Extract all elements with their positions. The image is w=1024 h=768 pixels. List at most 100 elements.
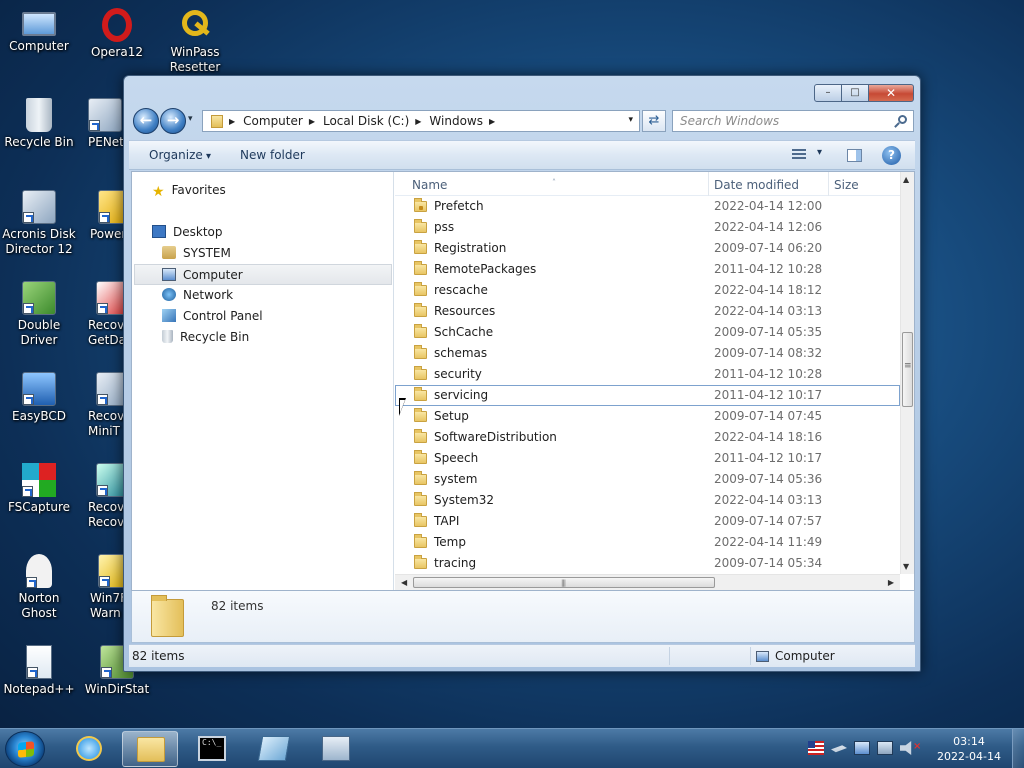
breadcrumb-separator[interactable]: ▶ xyxy=(229,117,235,126)
file-row[interactable]: security 2011-04-12 10:28 xyxy=(395,364,900,385)
file-name: pss xyxy=(434,220,455,234)
file-row[interactable]: Prefetch 2022-04-14 12:00 xyxy=(395,196,900,217)
file-row[interactable]: System32 2022-04-14 03:13 xyxy=(395,490,900,511)
desktop-icon-recov-minit[interactable]: Recov MiniT xyxy=(78,372,124,439)
recovery-icon xyxy=(96,372,124,406)
recent-pages-dropdown[interactable]: ▾ xyxy=(188,114,193,124)
nav-item-control-panel[interactable]: Control Panel xyxy=(162,306,263,327)
action-center-icon[interactable] xyxy=(877,741,893,755)
file-row[interactable]: Resources 2022-04-14 03:13 xyxy=(395,301,900,322)
network-icon xyxy=(88,98,122,132)
horizontal-scrollbar[interactable]: ◀ ||| ▶ xyxy=(395,574,900,590)
file-row-focused[interactable]: servicing 2011-04-12 10:17 xyxy=(395,385,900,406)
column-divider[interactable] xyxy=(828,172,829,196)
change-view-icon[interactable] xyxy=(792,149,806,161)
address-dropdown-button[interactable]: ▾ xyxy=(628,115,633,125)
desktop-icon-recov-recove[interactable]: Recov Recove xyxy=(78,463,124,530)
minimize-button[interactable]: – xyxy=(814,84,842,102)
network-tray-icon[interactable] xyxy=(854,741,870,755)
taskbar-internet-explorer[interactable] xyxy=(62,731,118,767)
taskbar-windows-explorer[interactable] xyxy=(122,731,178,767)
file-row[interactable]: Registration 2009-07-14 06:20 xyxy=(395,238,900,259)
back-button[interactable]: ← xyxy=(133,108,159,134)
taskbar-calculator[interactable] xyxy=(308,731,364,767)
start-button[interactable] xyxy=(5,731,45,767)
file-row[interactable]: SchCache 2009-07-14 05:35 xyxy=(395,322,900,343)
search-icon[interactable] xyxy=(898,115,907,124)
search-input[interactable]: Search Windows xyxy=(672,110,914,132)
preview-pane-icon[interactable] xyxy=(847,149,862,162)
nav-item-computer[interactable]: Computer xyxy=(134,264,392,285)
desktop-icon-easybcd[interactable]: EasyBCD xyxy=(0,372,78,424)
desktop-icon-notepadpp[interactable]: Notepad++ xyxy=(0,645,78,697)
file-row[interactable]: RemotePackages 2011-04-12 10:28 xyxy=(395,259,900,280)
scroll-right-button[interactable]: ▶ xyxy=(888,578,894,587)
desktop-icon-winpass[interactable]: WinPass Resetter xyxy=(156,8,234,75)
desktop-icon-opera[interactable]: Opera12 xyxy=(78,8,156,60)
organize-menu-button[interactable]: Organize xyxy=(149,148,211,162)
breadcrumb-local-disk[interactable]: Local Disk (C:) xyxy=(323,114,409,128)
clock[interactable]: 03:14 2022-04-14 xyxy=(934,734,1004,764)
file-date: 2022-04-14 03:13 xyxy=(714,493,823,507)
desktop-icon-penetw[interactable]: PENetw xyxy=(78,98,124,150)
scroll-up-button[interactable]: ▲ xyxy=(903,175,909,184)
file-row[interactable]: SoftwareDistribution 2022-04-14 18:16 xyxy=(395,427,900,448)
file-row[interactable]: pss 2022-04-14 12:06 xyxy=(395,217,900,238)
view-options-dropdown[interactable]: ▾ xyxy=(817,147,822,158)
tray-arrow-icon[interactable] xyxy=(831,745,847,753)
desktop-icon-double-driver[interactable]: Double Driver xyxy=(0,281,78,348)
breadcrumb-separator[interactable]: ▶ xyxy=(415,117,421,126)
language-flag-icon[interactable] xyxy=(808,741,824,755)
desktop-icon-fscapture[interactable]: FSCapture xyxy=(0,463,78,515)
desktop-icon-recycle-bin[interactable]: Recycle Bin xyxy=(0,98,78,150)
file-row[interactable]: schemas 2009-07-14 08:32 xyxy=(395,343,900,364)
column-header-date-modified[interactable]: Date modified xyxy=(714,178,799,192)
file-row[interactable]: system 2009-07-14 05:36 xyxy=(395,469,900,490)
nav-item-favorites[interactable]: ★ Favorites xyxy=(152,180,226,201)
desktop-icon-norton-ghost[interactable]: Norton Ghost xyxy=(0,554,78,621)
nav-item-desktop[interactable]: Desktop xyxy=(152,222,223,243)
column-divider[interactable] xyxy=(708,172,709,196)
maximize-button[interactable]: □ xyxy=(842,84,869,102)
folder-icon xyxy=(414,261,427,275)
vertical-scroll-thumb[interactable]: ≡ xyxy=(902,332,913,407)
vertical-scrollbar[interactable]: ▲ ≡ ▼ xyxy=(900,172,914,574)
breadcrumb-windows[interactable]: Windows xyxy=(429,114,483,128)
show-desktop-button[interactable] xyxy=(1012,729,1024,768)
scroll-down-button[interactable]: ▼ xyxy=(903,562,909,571)
close-button[interactable]: ✕ xyxy=(869,84,914,102)
file-row[interactable]: TAPI 2009-07-14 07:57 xyxy=(395,511,900,532)
nav-item-system[interactable]: SYSTEM xyxy=(162,243,231,264)
horizontal-scroll-thumb[interactable]: ||| xyxy=(413,577,715,588)
taskbar-command-prompt[interactable]: C:\_ xyxy=(184,731,240,767)
nav-item-recycle-bin[interactable]: Recycle Bin xyxy=(162,327,249,348)
file-date: 2022-04-14 12:00 xyxy=(714,199,823,213)
column-header-size[interactable]: Size xyxy=(834,178,859,192)
clock-date: 2022-04-14 xyxy=(937,750,1001,763)
breadcrumb-separator[interactable]: ▶ xyxy=(489,117,495,126)
file-row[interactable]: tracing 2009-07-14 05:34 xyxy=(395,553,900,574)
column-header-name[interactable]: Name xyxy=(412,178,447,192)
desktop-icon-power[interactable]: Power xyxy=(78,190,124,242)
desktop-icon-recov-getdata[interactable]: Recov GetData xyxy=(78,281,124,348)
forward-button[interactable]: → xyxy=(160,108,186,134)
new-folder-button[interactable]: New folder xyxy=(240,148,305,162)
desktop-icon-win7f[interactable]: Win7F Warn xyxy=(78,554,124,621)
file-row[interactable]: Setup 2009-07-14 07:45 xyxy=(395,406,900,427)
desktop-icon-computer[interactable]: Computer xyxy=(0,8,78,54)
taskbar-notepad[interactable] xyxy=(246,731,302,767)
breadcrumb-separator[interactable]: ▶ xyxy=(309,117,315,126)
breadcrumb-computer[interactable]: Computer xyxy=(243,114,303,128)
help-icon[interactable]: ? xyxy=(882,146,901,165)
desktop-icon-acronis[interactable]: Acronis Disk Director 12 xyxy=(0,190,78,257)
file-row[interactable]: rescache 2022-04-14 18:12 xyxy=(395,280,900,301)
file-row[interactable]: Speech 2011-04-12 10:17 xyxy=(395,448,900,469)
key-icon xyxy=(178,8,212,42)
refresh-button[interactable]: ⇄ xyxy=(642,110,666,132)
file-row[interactable]: Temp 2022-04-14 11:49 xyxy=(395,532,900,553)
desktop-icon-label: Acronis Disk Director 12 xyxy=(2,227,76,256)
address-bar[interactable]: ▶ Computer ▶ Local Disk (C:) ▶ Windows ▶… xyxy=(202,110,640,132)
nav-item-network[interactable]: Network xyxy=(162,285,233,306)
scroll-left-button[interactable]: ◀ xyxy=(401,578,407,587)
double-driver-icon xyxy=(22,281,56,315)
